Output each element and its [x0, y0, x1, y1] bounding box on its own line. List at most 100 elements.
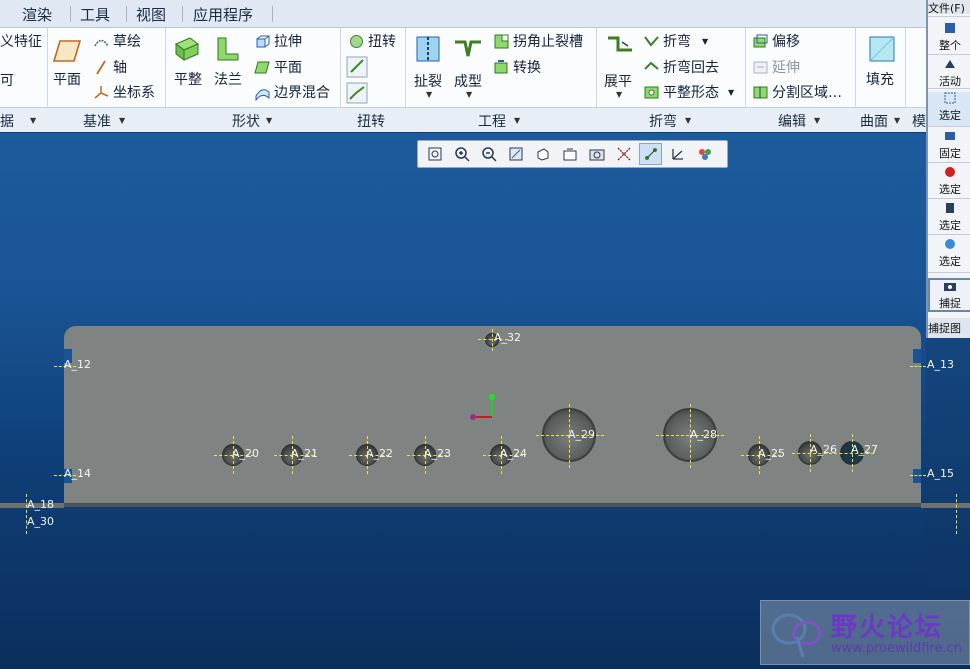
bend-button[interactable]: 折弯 ▼ — [643, 31, 708, 51]
group-shape[interactable]: 形状 — [232, 111, 260, 131]
smart-selection-panel: 文件(F) 整个 活动 选定 固定 选定 选定 选定 捕捉 捕捉图 — [926, 0, 970, 338]
axis-label-a14[interactable]: A_14 — [64, 467, 91, 480]
planar-label: 平面 — [274, 60, 302, 76]
twist-tool-2-icon[interactable] — [346, 82, 368, 104]
appearance-icon[interactable] — [693, 143, 716, 165]
bend-icon — [644, 35, 659, 47]
axis-label-a27[interactable]: A_27 — [851, 443, 878, 456]
panel-fixed-button[interactable]: 固定 — [928, 130, 970, 161]
graphics-toolbar — [417, 140, 728, 168]
offset-icon — [753, 34, 768, 47]
user-feature-label: 义特征 — [0, 34, 42, 50]
panel-selected-4-label: 选定 — [939, 255, 961, 268]
extend-button[interactable]: 延伸 — [752, 57, 800, 77]
fill-icon — [869, 36, 895, 62]
boundary-blend-button[interactable]: 边界混合 — [254, 82, 330, 102]
axis-label-a20[interactable]: A_20 — [232, 447, 259, 460]
extrude-button[interactable]: 拉伸 — [254, 31, 302, 51]
flat-wall-button[interactable]: 平整 — [174, 69, 202, 89]
datum-display-icon[interactable] — [612, 143, 635, 165]
csys-button[interactable]: 坐标系 — [93, 82, 155, 102]
reorient-icon[interactable] — [504, 143, 527, 165]
flat-strip-right — [921, 503, 970, 508]
panel-file-menu[interactable]: 文件(F) — [928, 0, 970, 14]
snapshot-icon[interactable] — [585, 143, 608, 165]
panel-capture-button[interactable]: 捕捉 — [928, 278, 970, 312]
group-twist[interactable]: 扭转 — [357, 111, 385, 131]
axis-label-a12[interactable]: A_12 — [64, 358, 91, 371]
convert-button[interactable]: 转换 — [493, 57, 541, 77]
flange-button[interactable]: 法兰 — [214, 69, 242, 89]
saved-views-icon[interactable] — [558, 143, 581, 165]
panel-capture-image-bar: 捕捉图 — [928, 318, 970, 338]
tab-render[interactable]: 渲染 — [22, 4, 52, 25]
group-editing[interactable]: 编辑 — [778, 111, 806, 131]
rip-button[interactable]: 扯裂 — [414, 71, 442, 91]
group-model[interactable]: 据 — [0, 111, 14, 131]
planar-button[interactable]: 平面 — [254, 57, 302, 77]
bend-back-label: 折弯回去 — [663, 60, 719, 76]
twist-button[interactable]: 扭转 — [348, 31, 396, 51]
zoom-out-icon[interactable] — [477, 143, 500, 165]
form-button[interactable]: 成型 — [454, 71, 482, 91]
axis-label-a29[interactable]: A_29 — [568, 428, 595, 441]
copy-button[interactable]: 可 — [0, 70, 14, 90]
axis-label-a22[interactable]: A_22 — [366, 447, 393, 460]
axis-label-a25[interactable]: A_25 — [758, 447, 785, 460]
twist-tool-1-icon[interactable] — [346, 56, 368, 78]
unbend-button[interactable]: 展平 — [604, 71, 632, 91]
zoom-in-icon[interactable] — [450, 143, 473, 165]
form-icon — [455, 40, 481, 57]
active-icon — [945, 60, 955, 68]
panel-selected-3-button[interactable]: 选定 — [928, 202, 970, 233]
plane-button[interactable]: 平面 — [53, 69, 81, 89]
group-datum[interactable]: 基准 — [83, 111, 111, 131]
extend-label: 延伸 — [772, 60, 800, 76]
user-feature-button[interactable]: 义特征 — [0, 31, 42, 51]
spin-center-icon[interactable] — [639, 143, 662, 165]
offset-button[interactable]: 偏移 — [752, 31, 800, 51]
panel-selected-1-button[interactable]: 选定 — [928, 92, 970, 126]
fill-button[interactable]: 填充 — [866, 69, 894, 89]
axis-label-a15[interactable]: A_15 — [927, 467, 954, 480]
corner-relief-button[interactable]: 拐角止裂槽 — [493, 31, 583, 51]
axis-label-a13[interactable]: A_13 — [927, 358, 954, 371]
bend-back-icon — [644, 61, 659, 70]
axis-label-a28[interactable]: A_28 — [690, 428, 717, 441]
group-engineering[interactable]: 工程 — [478, 111, 506, 131]
csys-label: 坐标系 — [113, 85, 155, 101]
panel-selected-2-button[interactable]: 选定 — [928, 166, 970, 197]
axis-button[interactable]: 轴 — [93, 57, 127, 77]
axis-label-a21[interactable]: A_21 — [291, 447, 318, 460]
panel-selected-4-button[interactable]: 选定 — [928, 238, 970, 269]
named-view-icon[interactable] — [666, 143, 689, 165]
display-style-icon[interactable] — [531, 143, 554, 165]
tab-applications[interactable]: 应用程序 — [193, 4, 253, 25]
refit-icon[interactable] — [423, 143, 446, 165]
bend-back-button[interactable]: 折弯回去 — [643, 57, 719, 77]
panel-active-button[interactable]: 活动 — [928, 58, 970, 89]
sketch-icon — [94, 39, 109, 46]
axis-label-a30[interactable]: A_30 — [27, 515, 54, 528]
flatten-form-button[interactable]: 平整形态 ▼ — [643, 82, 734, 102]
split-area-button[interactable]: 分割区域… — [752, 82, 842, 102]
butterfly-logo-icon — [771, 613, 822, 658]
fixed-icon — [945, 132, 955, 140]
tab-tools[interactable]: 工具 — [80, 4, 110, 25]
planar-icon — [254, 61, 270, 73]
ribbon-group-bar: 据 ▼ 基准 ▼ 形状 ▼ 扭转 工程 ▼ 折弯 ▼ 编辑 ▼ 曲面 ▼ 模 — [0, 107, 926, 132]
sketch-button[interactable]: 草绘 — [93, 31, 141, 51]
axis-label-a24[interactable]: A_24 — [500, 447, 527, 460]
group-model-intent[interactable]: 模 — [912, 111, 926, 131]
flange-icon — [217, 37, 239, 61]
axis-label-a23[interactable]: A_23 — [424, 447, 451, 460]
panel-whole-part-button[interactable]: 整个 — [928, 22, 970, 53]
group-bend[interactable]: 折弯 — [649, 111, 677, 131]
ribbon-tabs: 渲染 工具 视图 应用程序 — [0, 0, 926, 28]
group-surface[interactable]: 曲面 — [860, 111, 888, 131]
tab-view[interactable]: 视图 — [136, 4, 166, 25]
axis-label-a32[interactable]: A_32 — [494, 331, 521, 344]
panel-fixed-label: 固定 — [939, 147, 961, 160]
axis-label-a18[interactable]: A_18 — [27, 498, 54, 511]
axis-label-a26[interactable]: A_26 — [810, 443, 837, 456]
